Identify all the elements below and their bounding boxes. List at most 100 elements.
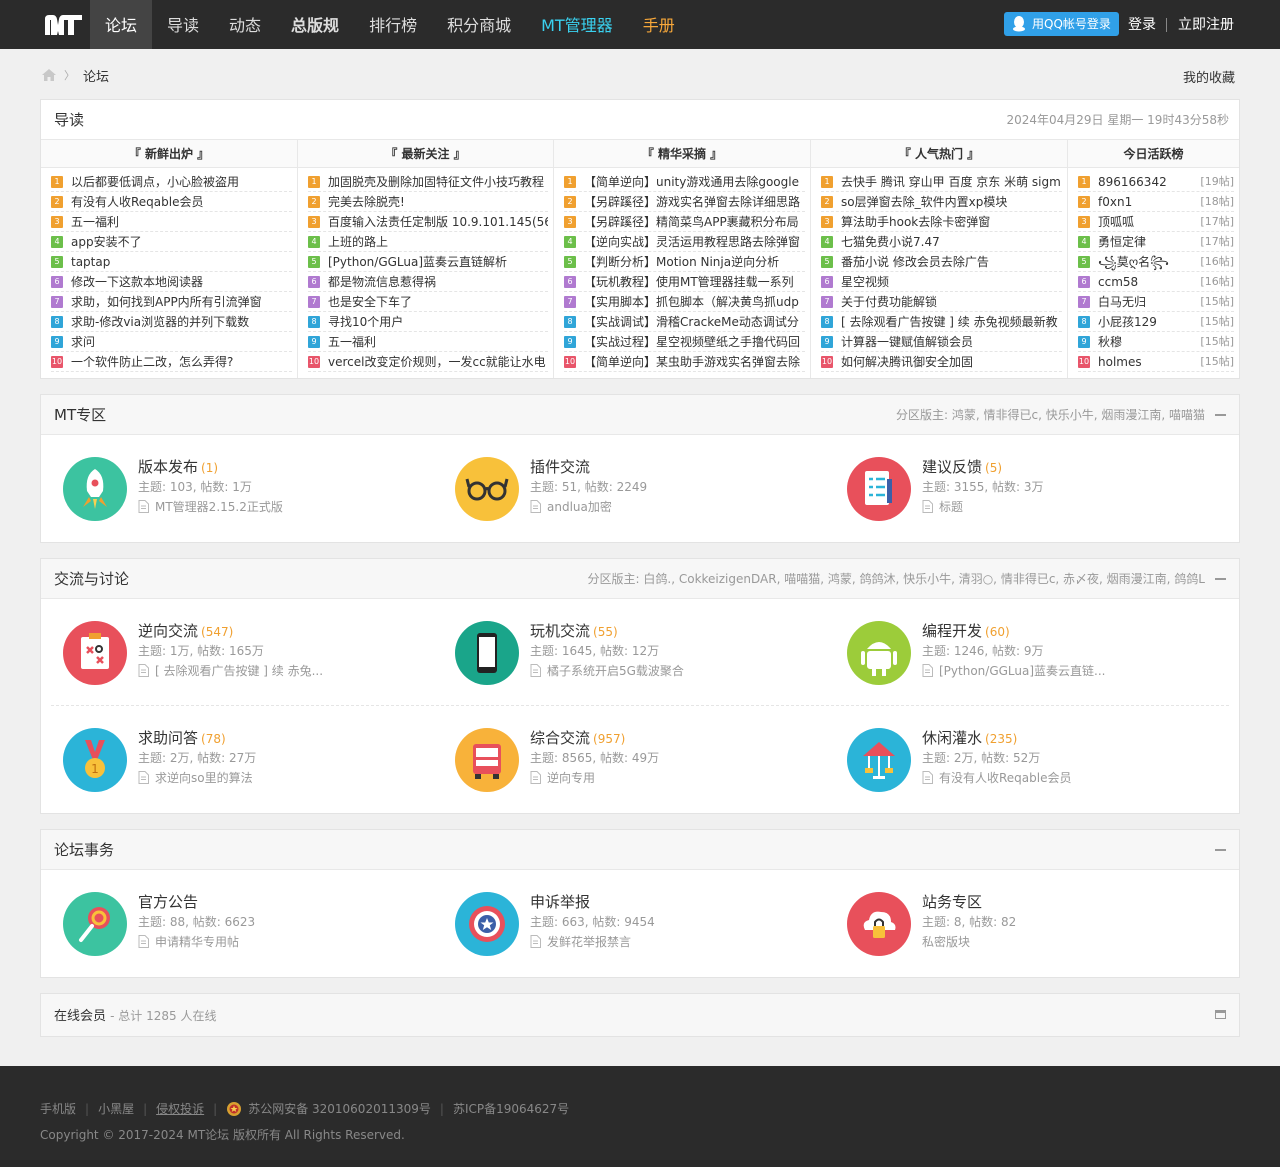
list-item[interactable]: 8 [ 去除观看广告按键 ] 续 赤兔视频最新教: [821, 312, 1062, 332]
list-item[interactable]: 10 holmes [15帖]: [1078, 352, 1234, 372]
list-item[interactable]: 3 百度输入法责任定制版 10.9.101.145(56: [308, 212, 548, 232]
forum-name-text[interactable]: 站务专区: [922, 893, 982, 911]
mobile-link[interactable]: 手机版: [40, 1100, 76, 1117]
forum-name-text[interactable]: 官方公告: [138, 893, 198, 911]
carousel-icon[interactable]: [847, 728, 911, 792]
favorites-link[interactable]: 我的收藏: [1183, 67, 1235, 86]
collapse-icon[interactable]: [1215, 849, 1226, 851]
forum-name-text[interactable]: 玩机交流: [530, 622, 590, 640]
list-item-text[interactable]: 【另辟蹊径】游戏实名弹窗去除详细思路: [584, 192, 805, 211]
last-post[interactable]: 申请精华专用帖: [138, 933, 239, 950]
list-item-text[interactable]: 【简单逆向】unity游戏通用去除google: [584, 172, 805, 191]
phone-icon[interactable]: [455, 621, 519, 685]
list-item-text[interactable]: 星空视频: [841, 272, 1062, 291]
last-post[interactable]: 有没有人收Reqable会员: [922, 769, 1072, 786]
tactics-icon[interactable]: [63, 621, 127, 685]
list-item-text[interactable]: app安装不了: [71, 232, 292, 251]
last-post[interactable]: 私密版块: [922, 933, 970, 950]
list-item[interactable]: 4 app安装不了: [51, 232, 292, 252]
list-item-text[interactable]: 计算器一键赋值解锁会员: [841, 332, 1062, 351]
list-item[interactable]: 10 【简单逆向】某虫助手游戏实名弹窗去除: [564, 352, 805, 372]
list-item[interactable]: 2 f0xn1 [18帖]: [1078, 192, 1234, 212]
nav-forum[interactable]: 论坛: [90, 0, 153, 49]
last-post-title[interactable]: [ 去除观看广告按键 ] 续 赤兔...: [155, 662, 323, 679]
list-item[interactable]: 4 上班的路上: [308, 232, 548, 252]
last-post-title[interactable]: 私密版块: [922, 933, 970, 950]
list-item[interactable]: 6 【玩机教程】使用MT管理器挂载一系列: [564, 272, 805, 292]
nav-manual[interactable]: 手册: [628, 0, 690, 49]
nav-ranking[interactable]: 排行榜: [354, 0, 432, 49]
forum-name[interactable]: 逆向交流 (547): [138, 620, 233, 641]
nav-rules[interactable]: 总版规: [276, 0, 354, 49]
last-post-title[interactable]: 发鲜花举报禁言: [547, 933, 631, 950]
list-item[interactable]: 5 [Python/GGLua]蓝奏云直链解析: [308, 252, 548, 272]
last-post-title[interactable]: [Python/GGLua]蓝奏云直链...: [939, 662, 1105, 679]
list-item-text[interactable]: 【逆向实战】灵活运用教程思路去除弹窗: [584, 232, 805, 251]
list-item-text[interactable]: 百度输入法责任定制版 10.9.101.145(56: [328, 212, 548, 231]
complaint-link[interactable]: 侵权投诉: [156, 1100, 204, 1117]
list-item-text[interactable]: 上班的路上: [328, 232, 548, 251]
forum-name-text[interactable]: 逆向交流: [138, 622, 198, 640]
list-item[interactable]: 4 【逆向实战】灵活运用教程思路去除弹窗: [564, 232, 805, 252]
last-post-title[interactable]: 有没有人收Reqable会员: [939, 769, 1072, 786]
list-item[interactable]: 4 勇恒定律 [17帖]: [1078, 232, 1234, 252]
medal-icon[interactable]: 1: [63, 728, 127, 792]
list-item-text[interactable]: 【玩机教程】使用MT管理器挂载一系列: [584, 272, 805, 291]
shield-icon[interactable]: [455, 892, 519, 956]
register-link[interactable]: 立即注册: [1178, 0, 1234, 50]
last-post-title[interactable]: MT管理器2.15.2正式版: [155, 498, 283, 515]
icp-link[interactable]: 苏ICP备19064627号: [453, 1100, 569, 1117]
list-item[interactable]: 8 求助-修改via浏览器的并列下载数: [51, 312, 292, 332]
qq-login-button[interactable]: 用QQ帐号登录: [1004, 12, 1119, 36]
last-post[interactable]: 标题: [922, 498, 963, 515]
list-item-text[interactable]: 一个软件防止二改，怎么弄得?: [71, 352, 292, 371]
list-item[interactable]: 10 一个软件防止二改，怎么弄得?: [51, 352, 292, 372]
last-post[interactable]: [Python/GGLua]蓝奏云直链...: [922, 662, 1105, 679]
list-item-text[interactable]: 有没有人收Reqable会员: [71, 192, 292, 211]
list-item[interactable]: 9 求问: [51, 332, 292, 352]
list-item[interactable]: 6 修改一下这款本地阅读器: [51, 272, 292, 292]
last-post[interactable]: 逆向专用: [530, 769, 595, 786]
list-item-text[interactable]: 求问: [71, 332, 292, 351]
list-item[interactable]: 2 so层弹窗去除_软件内置xp模块: [821, 192, 1062, 212]
blackroom-link[interactable]: 小黑屋: [98, 1100, 134, 1117]
breadcrumb-current[interactable]: 论坛: [83, 66, 109, 85]
last-post-title[interactable]: 申请精华专用帖: [155, 933, 239, 950]
list-item-text[interactable]: 【另辟蹊径】精简菜鸟APP裹藏积分布局: [584, 212, 805, 231]
list-item-text[interactable]: 【实战调试】滑稽CrackeMe动态调试分: [584, 312, 805, 331]
rocket-icon[interactable]: [63, 457, 127, 521]
list-item[interactable]: 2 【另辟蹊径】游戏实名弹窗去除详细思路: [564, 192, 805, 212]
list-item-text[interactable]: 去快手 腾讯 穿山甲 百度 京东 米萌 sigm: [841, 172, 1062, 191]
mt-logo[interactable]: [42, 13, 86, 37]
checklist-icon[interactable]: [847, 457, 911, 521]
list-item-text[interactable]: 修改一下这款本地阅读器: [71, 272, 292, 291]
list-item[interactable]: 6 星空视频: [821, 272, 1062, 292]
section-title[interactable]: 论坛事务: [54, 830, 114, 870]
forum-name[interactable]: 建议反馈 (5): [922, 456, 1002, 477]
list-item[interactable]: 2 有没有人收Reqable会员: [51, 192, 292, 212]
last-post[interactable]: 求逆向so里的算法: [138, 769, 253, 786]
android-icon[interactable]: [847, 621, 911, 685]
list-item-text[interactable]: 算法助手hook去除卡密弹窗: [841, 212, 1062, 231]
list-item-text[interactable]: so层弹窗去除_软件内置xp模块: [841, 192, 1062, 211]
last-post-title[interactable]: 求逆向so里的算法: [155, 769, 253, 786]
list-item[interactable]: 10 vercel改变定价规则，一发cc就能让水电: [308, 352, 548, 372]
last-post-title[interactable]: 逆向专用: [547, 769, 595, 786]
last-post[interactable]: [ 去除观看广告按键 ] 续 赤兔...: [138, 662, 323, 679]
nav-mt-manager[interactable]: MT管理器: [526, 0, 628, 49]
list-item-text[interactable]: 【实战过程】星空视频壁纸之手撸代码回: [584, 332, 805, 351]
forum-name[interactable]: 官方公告: [138, 891, 201, 912]
list-item[interactable]: 3 顶呱呱 [17帖]: [1078, 212, 1234, 232]
list-item-text[interactable]: 番茄小说 修改会员去除广告: [841, 252, 1062, 271]
guide-title[interactable]: 导读: [54, 100, 84, 140]
list-item-text[interactable]: 以后都要低调点，小心脸被盗用: [71, 172, 292, 191]
list-item-text[interactable]: 求助，如何找到APP内所有引流弹窗: [71, 292, 292, 311]
forum-name-text[interactable]: 插件交流: [530, 458, 590, 476]
glasses-icon[interactable]: [455, 457, 519, 521]
nav-shop[interactable]: 积分商城: [432, 0, 526, 49]
list-item[interactable]: 3 五一福利: [51, 212, 292, 232]
list-item-text[interactable]: 也是安全下车了: [328, 292, 548, 311]
list-item-text[interactable]: 【简单逆向】某虫助手游戏实名弹窗去除: [584, 352, 805, 371]
list-item-text[interactable]: 都是物流信息惹得祸: [328, 272, 548, 291]
home-icon[interactable]: [42, 69, 56, 81]
